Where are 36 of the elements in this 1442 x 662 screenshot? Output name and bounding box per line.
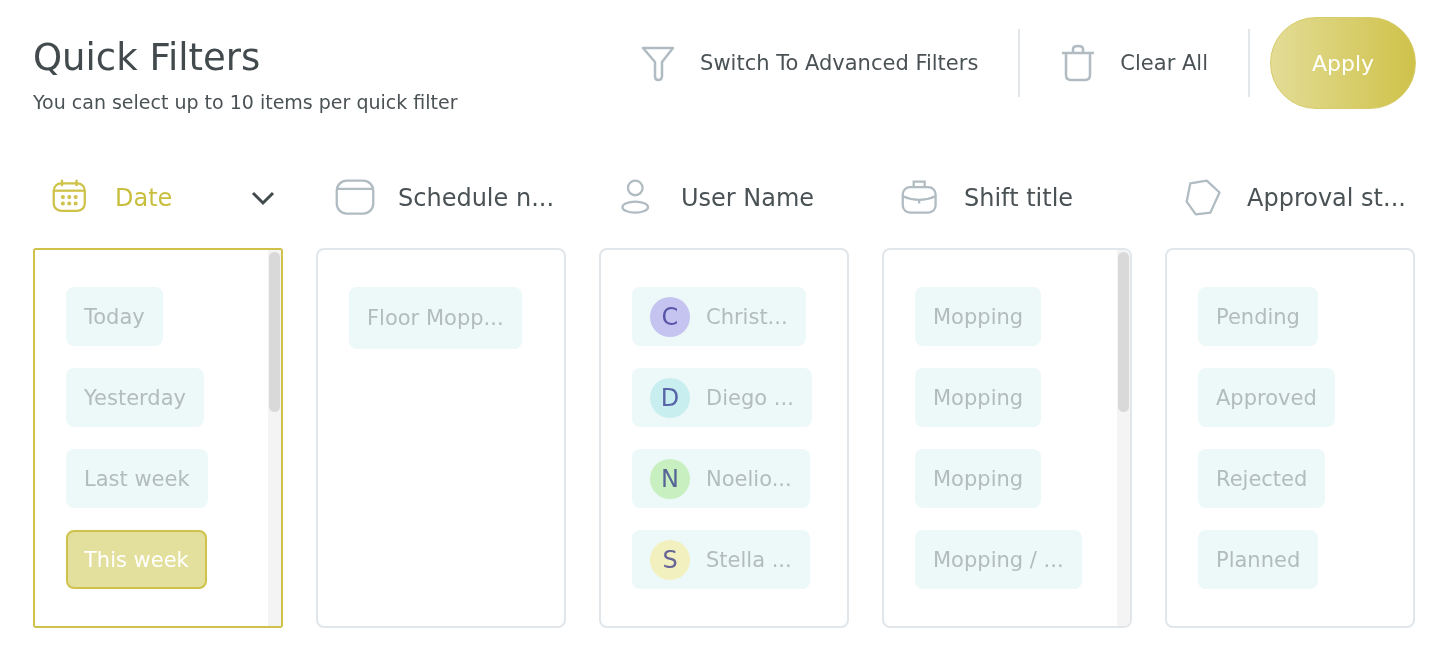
filter-chip[interactable]: Mopping <box>915 449 1042 508</box>
filter-chip[interactable]: Pending <box>1198 287 1318 346</box>
filter-chip[interactable]: Rejected <box>1198 449 1326 508</box>
clear-all-button[interactable]: Clear All <box>1020 44 1248 82</box>
filter-chip[interactable]: Yesterday <box>66 368 204 427</box>
filter-chip[interactable]: Today <box>66 287 163 346</box>
filter-chip[interactable]: Mopping <box>915 368 1042 427</box>
page-title: Quick Filters <box>33 36 262 79</box>
filter-icon <box>640 44 677 82</box>
avatar: D <box>650 377 690 418</box>
column-title[interactable]: Shift title <box>964 184 1132 212</box>
apply-button[interactable]: Apply <box>1270 17 1416 109</box>
column-title[interactable]: Schedule n... <box>398 184 566 212</box>
trash-icon <box>1060 44 1097 82</box>
filter-chip[interactable]: Floor Mopp... <box>349 287 522 349</box>
column-title[interactable]: Date <box>115 184 229 212</box>
advanced-filters-button[interactable]: Switch To Advanced Filters <box>600 44 1019 82</box>
column-title[interactable]: User Name <box>681 184 849 212</box>
scrollbar[interactable] <box>1117 250 1130 626</box>
chevron-icon[interactable] <box>251 190 275 206</box>
filter-chip[interactable]: N Noelio... <box>632 449 810 508</box>
filter-chip[interactable]: Last week <box>66 449 208 508</box>
filter-chip[interactable]: Approved <box>1198 368 1335 427</box>
filter-chip[interactable]: Mopping <box>915 287 1042 346</box>
avatar: C <box>650 296 690 337</box>
column-title[interactable]: Approval st... <box>1247 184 1415 212</box>
subtitle: You can select up to 10 items per quick filter <box>33 91 458 113</box>
filter-chip[interactable]: This week <box>66 530 207 589</box>
filter-chip[interactable]: S Stella ... <box>632 530 810 589</box>
avatar: S <box>650 539 690 580</box>
filter-chip[interactable]: C Christ... <box>632 287 806 346</box>
filter-chip[interactable]: Mopping / ... <box>915 530 1082 589</box>
filter-chip[interactable]: Planned <box>1198 530 1319 589</box>
scrollbar[interactable] <box>268 250 281 626</box>
avatar: N <box>650 458 690 499</box>
filter-chip[interactable]: D Diego ... <box>632 368 812 427</box>
